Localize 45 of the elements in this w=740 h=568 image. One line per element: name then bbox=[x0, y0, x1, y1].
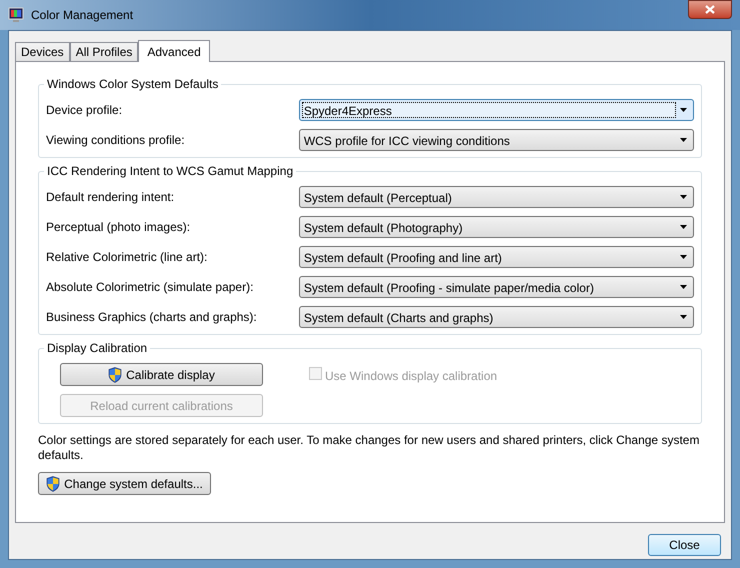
dropdown[interactable]: Spyder4Express bbox=[298, 99, 694, 121]
close-button[interactable] bbox=[688, 0, 732, 19]
caret-icon bbox=[680, 108, 687, 112]
info-text: Color settings are stored separately for each user. To make changes for new users and shared printers, click Change system defaults. bbox=[38, 433, 700, 463]
window-title: Color Management bbox=[31, 7, 134, 24]
dropdown-value: System default (Photography) bbox=[302, 220, 464, 235]
shield-icon bbox=[46, 476, 60, 492]
dropdown[interactable]: System default (Proofing and line art) bbox=[298, 246, 694, 268]
dropdown-value: System default (Perceptual) bbox=[302, 190, 453, 205]
close-dialog-button[interactable]: Close bbox=[648, 534, 721, 556]
tab[interactable]: Advanced bbox=[138, 40, 210, 62]
field-label: Default rendering intent: bbox=[46, 189, 176, 206]
dropdown[interactable]: System default (Perceptual) bbox=[298, 186, 694, 208]
group-title: Windows Color System Defaults bbox=[44, 76, 222, 92]
checkbox-label: Use Windows display calibration bbox=[325, 368, 498, 385]
caret-icon bbox=[680, 138, 687, 142]
dropdown[interactable]: WCS profile for ICC viewing conditions bbox=[298, 129, 694, 151]
calibrate-button[interactable]: Calibrate display bbox=[60, 363, 263, 386]
monitor-icon bbox=[8, 7, 24, 23]
dropdown-value: System default (Charts and graphs) bbox=[302, 310, 494, 325]
field-label: Viewing conditions profile: bbox=[46, 132, 186, 149]
field-label: Business Graphics (charts and graphs): bbox=[46, 309, 258, 326]
caret-icon bbox=[680, 195, 687, 199]
dropdown[interactable]: System default (Charts and graphs) bbox=[298, 306, 694, 328]
close-icon bbox=[705, 5, 715, 14]
dropdown-value: WCS profile for ICC viewing conditions bbox=[302, 133, 511, 148]
shield-icon bbox=[108, 366, 122, 382]
change-defaults-button[interactable]: Change system defaults... bbox=[38, 472, 211, 495]
caret-icon bbox=[680, 225, 687, 229]
field-label: Relative Colorimetric (line art): bbox=[46, 249, 208, 266]
field-label: Perceptual (photo images): bbox=[46, 219, 192, 236]
tab[interactable]: Devices bbox=[15, 42, 70, 61]
dropdown-value: Spyder4Express bbox=[302, 102, 676, 118]
dropdown-value: System default (Proofing - simulate paper/media color) bbox=[302, 280, 595, 295]
group-title: Display Calibration bbox=[44, 340, 150, 356]
caret-icon bbox=[680, 255, 687, 259]
field-label: Device profile: bbox=[46, 102, 124, 119]
caret-icon bbox=[680, 285, 687, 289]
dropdown-value: System default (Proofing and line art) bbox=[302, 250, 503, 265]
dropdown[interactable]: System default (Photography) bbox=[298, 216, 694, 238]
caret-icon bbox=[680, 315, 687, 319]
field-label: Absolute Colorimetric (simulate paper): bbox=[46, 279, 254, 296]
dropdown[interactable]: System default (Proofing - simulate paper/media color) bbox=[298, 276, 694, 298]
tab[interactable]: All Profiles bbox=[70, 42, 138, 61]
group-title: ICC Rendering Intent to WCS Gamut Mapping bbox=[44, 163, 296, 179]
